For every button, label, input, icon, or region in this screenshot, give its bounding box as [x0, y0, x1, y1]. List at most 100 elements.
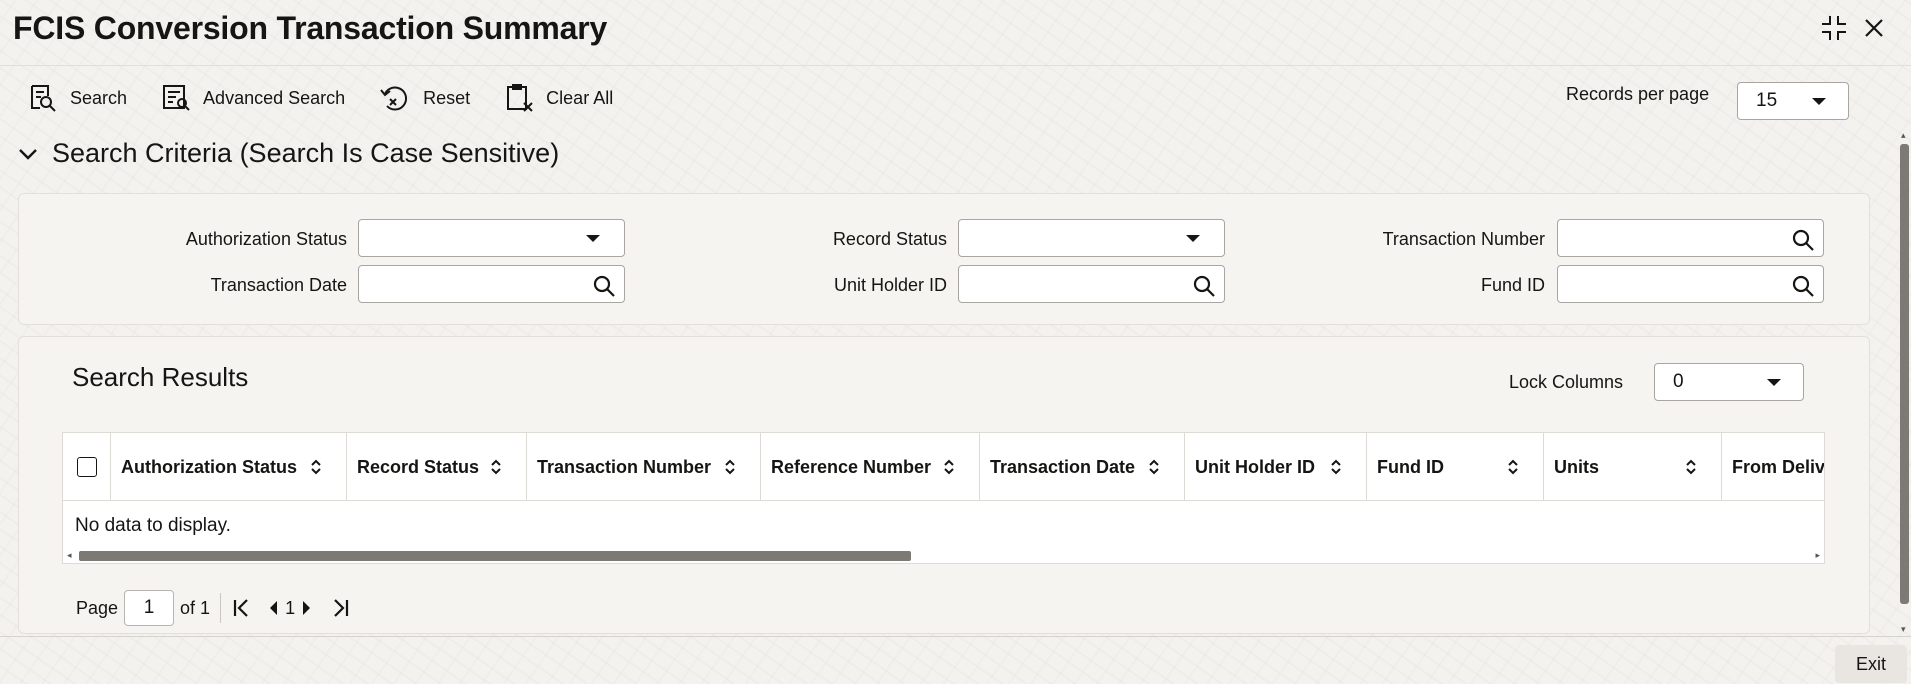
pager-divider: [220, 593, 222, 623]
column-label: From Delive: [1732, 456, 1825, 477]
lock-columns-value: 0: [1673, 371, 1684, 392]
title-bar: FCIS Conversion Transaction Summary: [0, 0, 1911, 66]
results-table: Authorization Status Record Status Trans…: [62, 432, 1825, 564]
sort-icon[interactable]: [310, 458, 322, 476]
column-header-reference-number[interactable]: Reference Number: [761, 433, 980, 501]
reset-icon: [380, 86, 408, 111]
close-icon[interactable]: [1858, 12, 1890, 44]
scroll-up-icon[interactable]: ▴: [1901, 130, 1906, 141]
column-header-authorization-status[interactable]: Authorization Status: [111, 433, 347, 501]
records-per-page-value: 15: [1756, 90, 1778, 111]
chevron-down-icon: [1186, 235, 1200, 242]
fund-id-field[interactable]: [1557, 265, 1824, 303]
column-header-units[interactable]: Units: [1544, 433, 1722, 501]
unit-holder-id-label: Unit Holder ID: [833, 275, 947, 295]
scroll-right-icon[interactable]: ▸: [1815, 550, 1820, 561]
clear-all-button-label: Clear All: [546, 87, 614, 108]
pagination: Page 1 of 1 1: [76, 590, 351, 626]
chevron-down-icon: [586, 235, 600, 242]
last-page-icon[interactable]: [329, 597, 351, 619]
column-header-fund-id[interactable]: Fund ID: [1367, 433, 1544, 501]
scroll-down-icon[interactable]: ▾: [1901, 624, 1906, 635]
toolbar: Search Advanced Search Reset Clear All: [28, 82, 613, 114]
search-criteria-panel: Authorization Status Transaction Date Re…: [18, 193, 1870, 325]
collapse-icon[interactable]: [1818, 12, 1850, 44]
column-label: Record Status: [357, 456, 480, 477]
select-all-checkbox[interactable]: [76, 457, 97, 477]
advanced-search-button[interactable]: Advanced Search: [161, 82, 345, 114]
page-number-value: 1: [143, 597, 155, 618]
column-label: Transaction Date: [990, 456, 1136, 477]
search-icon[interactable]: [592, 274, 616, 298]
vertical-scrollbar[interactable]: ▴ ▾: [1898, 126, 1911, 636]
transaction-number-label: Transaction Number: [1382, 229, 1545, 249]
chevron-down-icon: [1767, 379, 1781, 386]
search-results-title: Search Results: [72, 362, 249, 392]
clear-all-icon: [507, 84, 533, 112]
search-doc-icon: [31, 85, 56, 112]
vertical-scrollbar-thumb[interactable]: [1900, 144, 1909, 604]
search-icon[interactable]: [1791, 228, 1815, 252]
advanced-search-button-label: Advanced Search: [203, 87, 346, 108]
page-label: Page: [76, 597, 119, 618]
column-header-record-status[interactable]: Record Status: [347, 433, 527, 501]
sort-icon[interactable]: [1507, 458, 1519, 476]
search-criteria-toggle[interactable]: Search Criteria (Search Is Case Sensitiv…: [18, 138, 559, 169]
column-label: Unit Holder ID: [1195, 456, 1315, 477]
page-number-input[interactable]: 1: [124, 590, 175, 626]
unit-holder-id-field[interactable]: [958, 265, 1225, 303]
page-of-label: of 1: [180, 597, 211, 618]
table-header: Authorization Status Record Status Trans…: [63, 433, 1825, 501]
horizontal-scrollbar-thumb[interactable]: [79, 551, 911, 561]
column-label: Units: [1554, 456, 1599, 477]
scroll-left-icon[interactable]: ◂: [67, 550, 72, 561]
records-per-page-select[interactable]: 15: [1737, 82, 1849, 120]
column-label: Authorization Status: [121, 456, 297, 477]
select-all-cell: [63, 433, 111, 501]
column-label: Reference Number: [771, 456, 932, 477]
search-icon[interactable]: [1192, 274, 1216, 298]
column-label: Fund ID: [1377, 456, 1444, 477]
search-criteria-title: Search Criteria (Search Is Case Sensitiv…: [52, 138, 560, 168]
clear-all-button[interactable]: Clear All: [504, 82, 613, 114]
chevron-down-icon: [1812, 98, 1826, 105]
fund-id-label: Fund ID: [1480, 275, 1545, 295]
exit-button[interactable]: Exit: [1835, 645, 1907, 683]
column-header-transaction-date[interactable]: Transaction Date: [980, 433, 1185, 501]
search-button[interactable]: Search: [28, 82, 127, 114]
record-status-select[interactable]: [958, 219, 1225, 257]
lock-columns-select[interactable]: 0: [1654, 363, 1804, 401]
chevron-down-icon: [19, 148, 37, 160]
transaction-number-field[interactable]: [1557, 219, 1824, 257]
column-header-unit-holder-id[interactable]: Unit Holder ID: [1185, 433, 1367, 501]
transaction-date-field[interactable]: [358, 265, 625, 303]
sort-icon[interactable]: [1148, 458, 1160, 476]
advanced-search-icon: [163, 85, 190, 111]
previous-page-icon[interactable]: [267, 599, 279, 617]
lock-columns-label: Lock Columns: [1509, 372, 1624, 392]
records-per-page-label: Records per page: [1566, 84, 1710, 104]
column-header-from-delivery[interactable]: From Delive: [1722, 433, 1825, 501]
sort-icon[interactable]: [1685, 458, 1697, 476]
empty-table-message: No data to display.: [75, 515, 231, 536]
reset-button[interactable]: Reset: [379, 82, 470, 114]
current-page-number: 1: [285, 597, 296, 618]
footer-bar: Exit: [0, 636, 1911, 684]
column-label: Transaction Number: [537, 456, 712, 477]
horizontal-scrollbar[interactable]: ◂ ▸: [63, 547, 1824, 563]
sort-icon[interactable]: [943, 458, 955, 476]
sort-icon[interactable]: [724, 458, 736, 476]
first-page-icon[interactable]: [231, 597, 253, 619]
authorization-status-select[interactable]: [358, 219, 625, 257]
next-page-icon[interactable]: [301, 599, 313, 617]
search-icon[interactable]: [1791, 274, 1815, 298]
record-status-label: Record Status: [832, 229, 947, 249]
authorization-status-label: Authorization Status: [185, 229, 347, 249]
sort-icon[interactable]: [490, 458, 502, 476]
transaction-date-label: Transaction Date: [210, 275, 347, 295]
column-header-transaction-number[interactable]: Transaction Number: [527, 433, 761, 501]
exit-button-label: Exit: [1855, 653, 1886, 674]
sort-icon[interactable]: [1330, 458, 1342, 476]
page-title: FCIS Conversion Transaction Summary: [13, 10, 608, 46]
search-button-label: Search: [70, 87, 128, 108]
